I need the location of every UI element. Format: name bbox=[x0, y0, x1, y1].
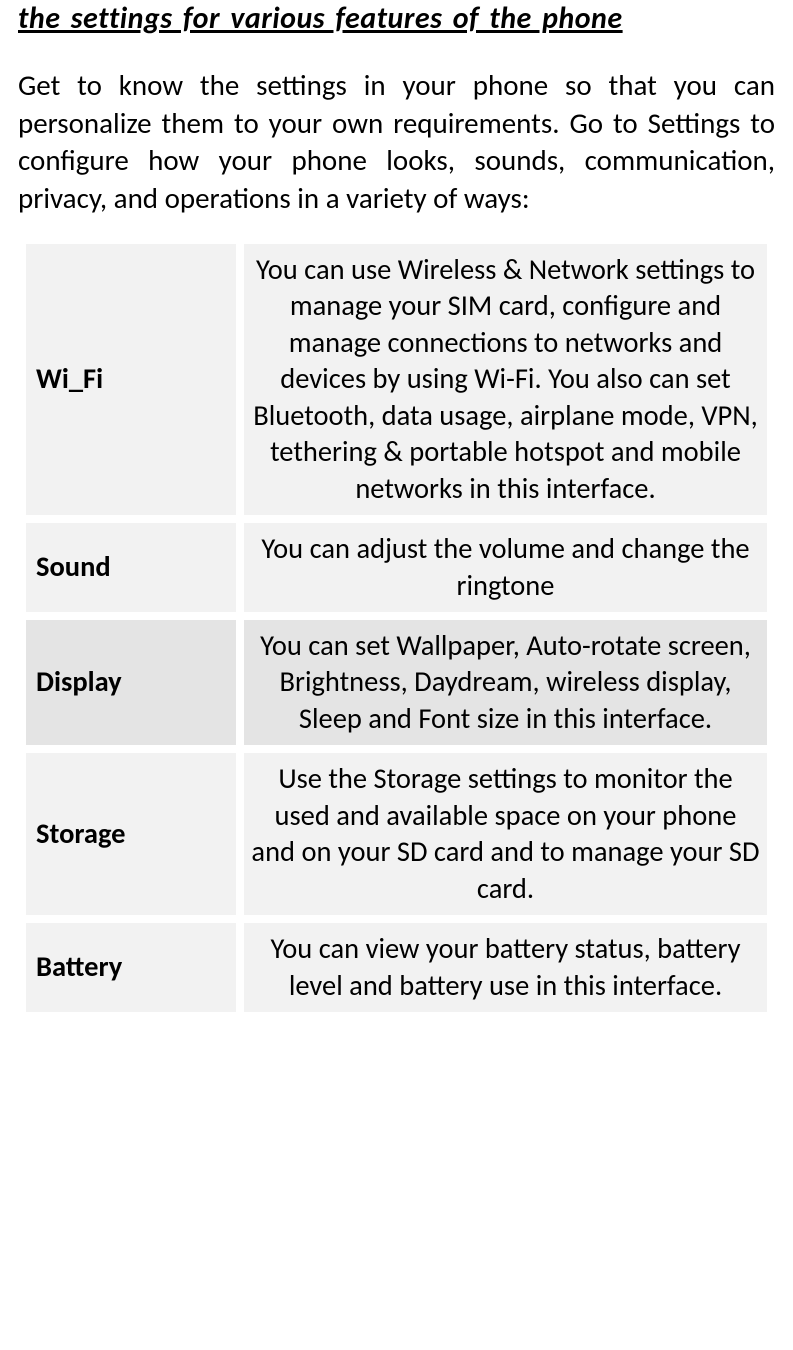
setting-description: You can view your battery status, batter… bbox=[244, 923, 767, 1012]
table-row: DisplayYou can set Wallpaper, Auto-rotat… bbox=[26, 620, 767, 745]
setting-description: You can set Wallpaper, Auto-rotate scree… bbox=[244, 620, 767, 745]
setting-description: Use the Storage settings to monitor the … bbox=[244, 753, 767, 915]
table-row: StorageUse the Storage settings to monit… bbox=[26, 753, 767, 915]
setting-label: Storage bbox=[26, 753, 236, 915]
intro-paragraph: Get to know the settings in your phone s… bbox=[18, 67, 775, 218]
setting-description: You can adjust the volume and change the… bbox=[244, 523, 767, 612]
table-row: SoundYou can adjust the volume and chang… bbox=[26, 523, 767, 612]
setting-label: Display bbox=[26, 620, 236, 745]
setting-label: Battery bbox=[26, 923, 236, 1012]
setting-label: Sound bbox=[26, 523, 236, 612]
page-title: the settings for various features of the… bbox=[18, 0, 775, 37]
table-row: BatteryYou can view your battery status,… bbox=[26, 923, 767, 1012]
settings-table: Wi_FiYou can use Wireless & Network sett… bbox=[18, 236, 775, 1020]
setting-description: You can use Wireless & Network settings … bbox=[244, 244, 767, 515]
setting-label: Wi_Fi bbox=[26, 244, 236, 515]
table-row: Wi_FiYou can use Wireless & Network sett… bbox=[26, 244, 767, 515]
